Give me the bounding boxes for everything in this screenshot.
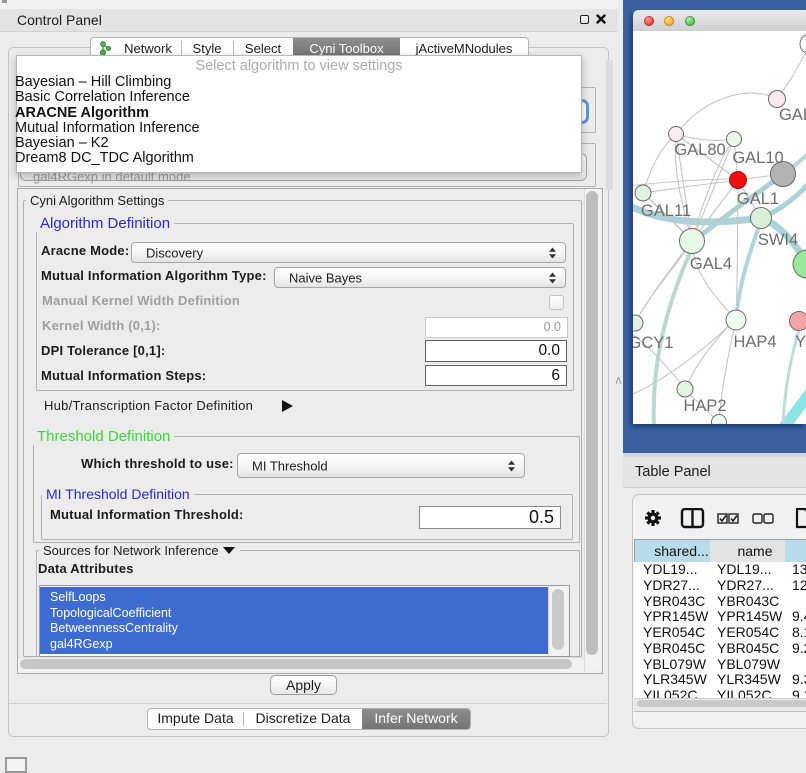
svg-text:GAL11: GAL11 [641, 202, 691, 220]
svg-text:Y: Y [795, 333, 806, 351]
svg-text:SWI4: SWI4 [758, 231, 798, 249]
svg-text:GAL4: GAL4 [690, 255, 732, 273]
svg-text:GAL1: GAL1 [737, 190, 779, 208]
svg-text:GAL10: GAL10 [732, 149, 783, 167]
svg-text:GAL7: GAL7 [779, 106, 806, 124]
svg-text:GCY1: GCY1 [633, 334, 673, 352]
svg-text:GAL80: GAL80 [674, 141, 725, 159]
svg-text:HAP4: HAP4 [733, 333, 776, 351]
svg-text:HAP2: HAP2 [683, 397, 726, 415]
